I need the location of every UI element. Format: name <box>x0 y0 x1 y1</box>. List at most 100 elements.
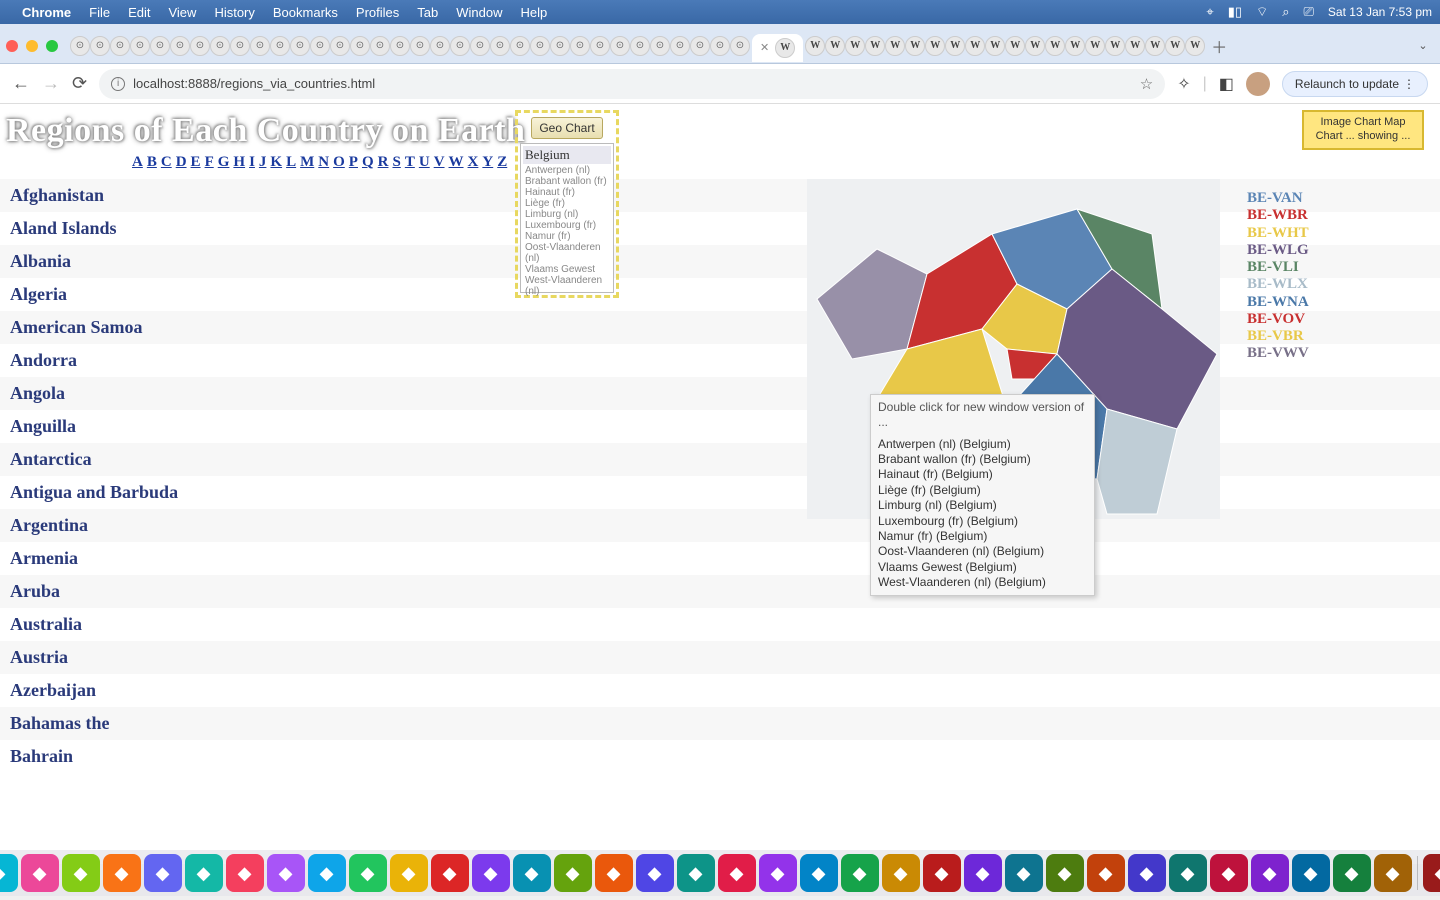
background-tab[interactable]: W <box>865 36 885 56</box>
background-tab[interactable]: W <box>805 36 825 56</box>
background-tab[interactable]: W <box>1185 36 1205 56</box>
alpha-link-R[interactable]: R <box>378 154 389 170</box>
background-tab[interactable]: ⊙ <box>90 36 110 56</box>
background-tab[interactable]: ⊙ <box>610 36 630 56</box>
battery-icon[interactable]: ▮▯ <box>1228 4 1242 20</box>
background-tab[interactable]: W <box>1125 36 1145 56</box>
country-row[interactable]: Aland Islands <box>0 212 1440 245</box>
background-tab[interactable]: ⊙ <box>710 36 730 56</box>
bookmark-star-icon[interactable]: ☆ <box>1140 75 1153 93</box>
alpha-link-N[interactable]: N <box>318 154 329 170</box>
background-tab[interactable]: ⊙ <box>450 36 470 56</box>
country-row[interactable]: American Samoa <box>0 311 1440 344</box>
extensions-icon[interactable]: ✧ <box>1177 74 1190 94</box>
relaunch-button[interactable]: Relaunch to update ⋮ <box>1282 71 1428 97</box>
alpha-link-V[interactable]: V <box>434 154 445 170</box>
menu-window[interactable]: Window <box>456 5 502 20</box>
background-tab[interactable]: ⊙ <box>690 36 710 56</box>
background-tab[interactable]: ⊙ <box>650 36 670 56</box>
listbox-option[interactable]: Brabant wallon (fr) <box>523 176 611 187</box>
alpha-link-T[interactable]: T <box>405 154 415 170</box>
image-chart-map-box[interactable]: Image Chart Map Chart ... showing ... <box>1302 110 1424 150</box>
site-info-icon[interactable]: i <box>111 77 125 91</box>
alpha-link-A[interactable]: A <box>132 154 143 170</box>
background-tab[interactable]: W <box>1145 36 1165 56</box>
background-tab[interactable]: W <box>1105 36 1125 56</box>
alpha-link-E[interactable]: E <box>191 154 201 170</box>
address-bar[interactable]: i localhost:8888/regions_via_countries.h… <box>99 69 1165 99</box>
country-row[interactable]: Algeria <box>0 278 1440 311</box>
reload-button[interactable]: ⟳ <box>72 73 87 94</box>
country-row[interactable]: Antarctica <box>0 443 1440 476</box>
background-tab[interactable]: W <box>905 36 925 56</box>
background-tab[interactable]: ⊙ <box>410 36 430 56</box>
close-window-button[interactable] <box>6 40 18 52</box>
background-tab[interactable]: ⊙ <box>270 36 290 56</box>
menu-view[interactable]: View <box>168 5 196 20</box>
listbox-option[interactable]: Hainaut (fr) <box>523 187 611 198</box>
background-tab[interactable]: ⊙ <box>230 36 250 56</box>
background-tab[interactable]: ⊙ <box>290 36 310 56</box>
alpha-link-B[interactable]: B <box>147 154 157 170</box>
background-tab[interactable]: ⊙ <box>150 36 170 56</box>
listbox-option[interactable]: West-Vlaanderen (nl) <box>523 275 611 297</box>
new-tab-button[interactable]: ＋ <box>1207 34 1231 58</box>
background-tab[interactable]: ⊙ <box>250 36 270 56</box>
menu-help[interactable]: Help <box>521 5 548 20</box>
listbox-option[interactable]: Namur (fr) <box>523 231 611 242</box>
alpha-link-J[interactable]: J <box>259 154 267 170</box>
app-name[interactable]: Chrome <box>22 5 71 20</box>
listbox-option[interactable]: Limburg (nl) <box>523 209 611 220</box>
background-tab[interactable]: W <box>1165 36 1185 56</box>
country-row[interactable]: Aruba <box>0 575 1440 608</box>
background-tab[interactable]: W <box>1045 36 1065 56</box>
alpha-link-S[interactable]: S <box>392 154 400 170</box>
region-listbox[interactable]: Belgium Antwerpen (nl)Brabant wallon (fr… <box>520 143 614 293</box>
menu-tab[interactable]: Tab <box>417 5 438 20</box>
profile-avatar[interactable] <box>1246 72 1270 96</box>
geo-chart-button[interactable]: Geo Chart <box>531 117 603 139</box>
background-tab[interactable]: ⊙ <box>110 36 130 56</box>
background-tab[interactable]: ⊙ <box>530 36 550 56</box>
listbox-option[interactable]: Luxembourg (fr) <box>523 220 611 231</box>
alpha-link-C[interactable]: C <box>161 154 172 170</box>
background-tab[interactable]: ⊙ <box>170 36 190 56</box>
minimize-window-button[interactable] <box>26 40 38 52</box>
background-tab[interactable]: ⊙ <box>350 36 370 56</box>
active-tab[interactable]: ✕ W <box>752 34 803 62</box>
menu-profiles[interactable]: Profiles <box>356 5 399 20</box>
background-tab[interactable]: ⊙ <box>730 36 750 56</box>
alpha-link-O[interactable]: O <box>333 154 345 170</box>
background-tab[interactable]: W <box>1005 36 1025 56</box>
alpha-link-F[interactable]: F <box>205 154 214 170</box>
background-tab[interactable]: ⊙ <box>210 36 230 56</box>
alpha-link-K[interactable]: K <box>270 154 282 170</box>
country-row[interactable]: Andorra <box>0 344 1440 377</box>
country-row[interactable]: Armenia <box>0 542 1440 575</box>
background-tab[interactable]: W <box>945 36 965 56</box>
back-button[interactable]: ← <box>12 73 30 94</box>
alpha-link-I[interactable]: I <box>249 154 255 170</box>
background-tab[interactable]: W <box>845 36 865 56</box>
background-tab[interactable]: ⊙ <box>630 36 650 56</box>
country-row[interactable]: Bahrain <box>0 740 1440 773</box>
country-row[interactable]: Argentina <box>0 509 1440 542</box>
background-tab[interactable]: ⊙ <box>130 36 150 56</box>
background-tab[interactable]: ⊙ <box>470 36 490 56</box>
background-tab[interactable]: W <box>885 36 905 56</box>
background-tab[interactable]: W <box>925 36 945 56</box>
close-tab-icon[interactable]: ✕ <box>760 41 769 54</box>
background-tab[interactable]: ⊙ <box>190 36 210 56</box>
fullscreen-window-button[interactable] <box>46 40 58 52</box>
background-tab[interactable]: ⊙ <box>430 36 450 56</box>
forward-button[interactable]: → <box>42 73 60 94</box>
listbox-option[interactable]: Liège (fr) <box>523 198 611 209</box>
alpha-link-X[interactable]: X <box>468 154 479 170</box>
country-row[interactable]: Angola <box>0 377 1440 410</box>
control-center-icon[interactable]: ⎚ <box>1304 4 1314 20</box>
menu-history[interactable]: History <box>214 5 254 20</box>
background-tab[interactable]: W <box>825 36 845 56</box>
menu-file[interactable]: File <box>89 5 110 20</box>
alpha-link-Y[interactable]: Y <box>482 154 493 170</box>
background-tab[interactable]: ⊙ <box>490 36 510 56</box>
